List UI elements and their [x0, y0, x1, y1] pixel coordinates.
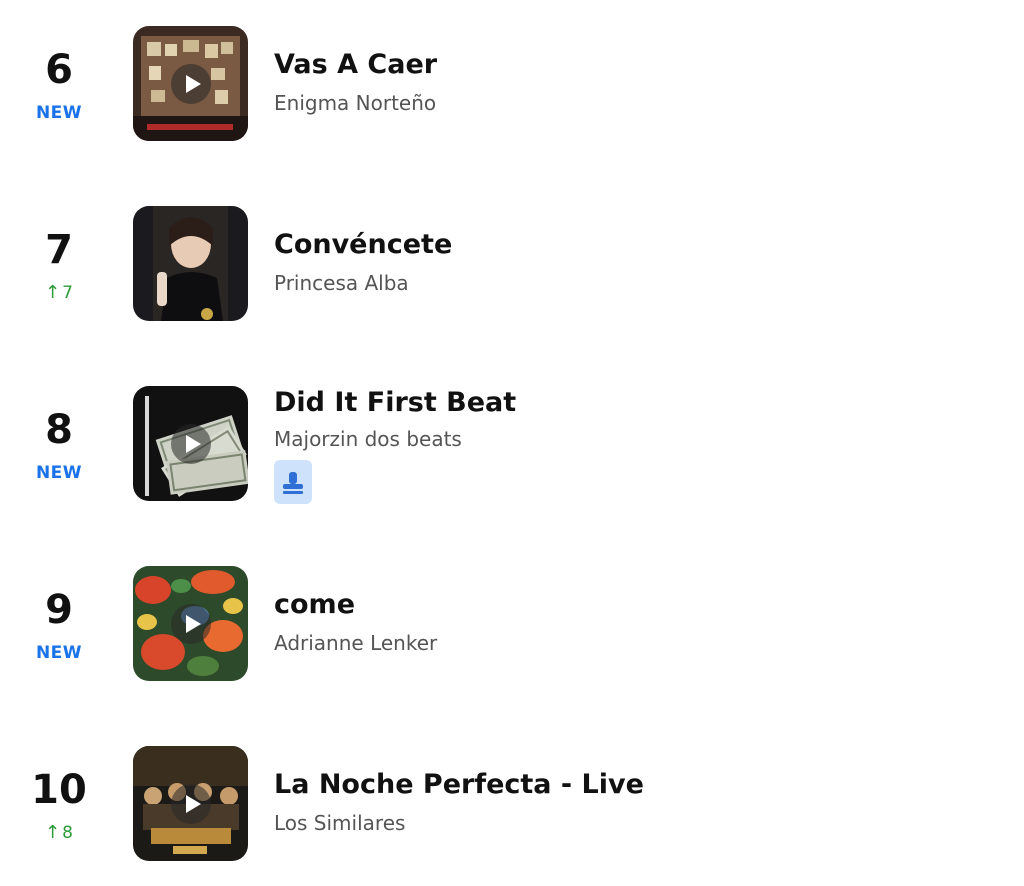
chart-row[interactable]: 6 NEW Vas A Caer Enigma Norteño: [0, 26, 1024, 166]
play-icon: [186, 75, 201, 93]
play-button[interactable]: [171, 784, 211, 824]
artist-name[interactable]: Majorzin dos beats: [274, 426, 462, 452]
play-icon: [186, 795, 201, 813]
chart-row[interactable]: 9 NEW come Adrianne Lenker: [0, 566, 1024, 706]
chart-row[interactable]: 10 ↑ 8 La Noche Perfecta - Live Los Simi…: [0, 746, 1024, 886]
movement-value: 7: [62, 283, 73, 303]
movement-up: ↑ 7: [0, 282, 118, 304]
play-button[interactable]: [171, 64, 211, 104]
rank-number: 6: [45, 47, 73, 93]
song-title[interactable]: Vas A Caer: [274, 48, 437, 82]
album-artwork[interactable]: [133, 746, 248, 861]
new-label: NEW: [35, 643, 83, 663]
stamp-icon: [283, 472, 303, 494]
song-title[interactable]: Convéncete: [274, 228, 452, 262]
artist-name[interactable]: Los Similares: [274, 810, 405, 836]
chart-row[interactable]: 7 ↑ 7 Convéncete Princesa Alba: [0, 206, 1024, 346]
artist-name[interactable]: Adrianne Lenker: [274, 630, 437, 656]
new-label: NEW: [35, 103, 83, 123]
artwork-image: [133, 206, 248, 321]
chart-row[interactable]: 8 NEW Did It First Beat Majorzin dos bea…: [0, 386, 1024, 526]
song-title[interactable]: come: [274, 588, 355, 622]
rank-number: 9: [45, 587, 73, 633]
movement-value: 8: [62, 823, 73, 843]
song-title[interactable]: La Noche Perfecta - Live: [274, 768, 644, 802]
play-icon: [186, 615, 201, 633]
movement-up: ↑ 8: [0, 822, 118, 844]
rank-number: 7: [45, 227, 73, 273]
arrow-up-icon: ↑: [45, 282, 61, 303]
album-artwork[interactable]: [133, 386, 248, 501]
play-button[interactable]: [171, 424, 211, 464]
song-title[interactable]: Did It First Beat: [274, 386, 516, 420]
album-artwork[interactable]: [133, 26, 248, 141]
rank-number: 8: [45, 407, 73, 453]
play-icon: [186, 435, 201, 453]
new-label: NEW: [35, 463, 83, 483]
album-artwork[interactable]: [133, 206, 248, 321]
play-button[interactable]: [171, 604, 211, 644]
album-artwork[interactable]: [133, 566, 248, 681]
rank-number: 10: [31, 767, 87, 813]
stamp-badge[interactable]: [274, 460, 312, 504]
chart-list: 6 NEW Vas A Caer Enigma Norteño 7 ↑ 7 Co…: [0, 0, 1024, 886]
arrow-up-icon: ↑: [45, 822, 61, 843]
artist-name[interactable]: Princesa Alba: [274, 270, 409, 296]
artist-name[interactable]: Enigma Norteño: [274, 90, 436, 116]
